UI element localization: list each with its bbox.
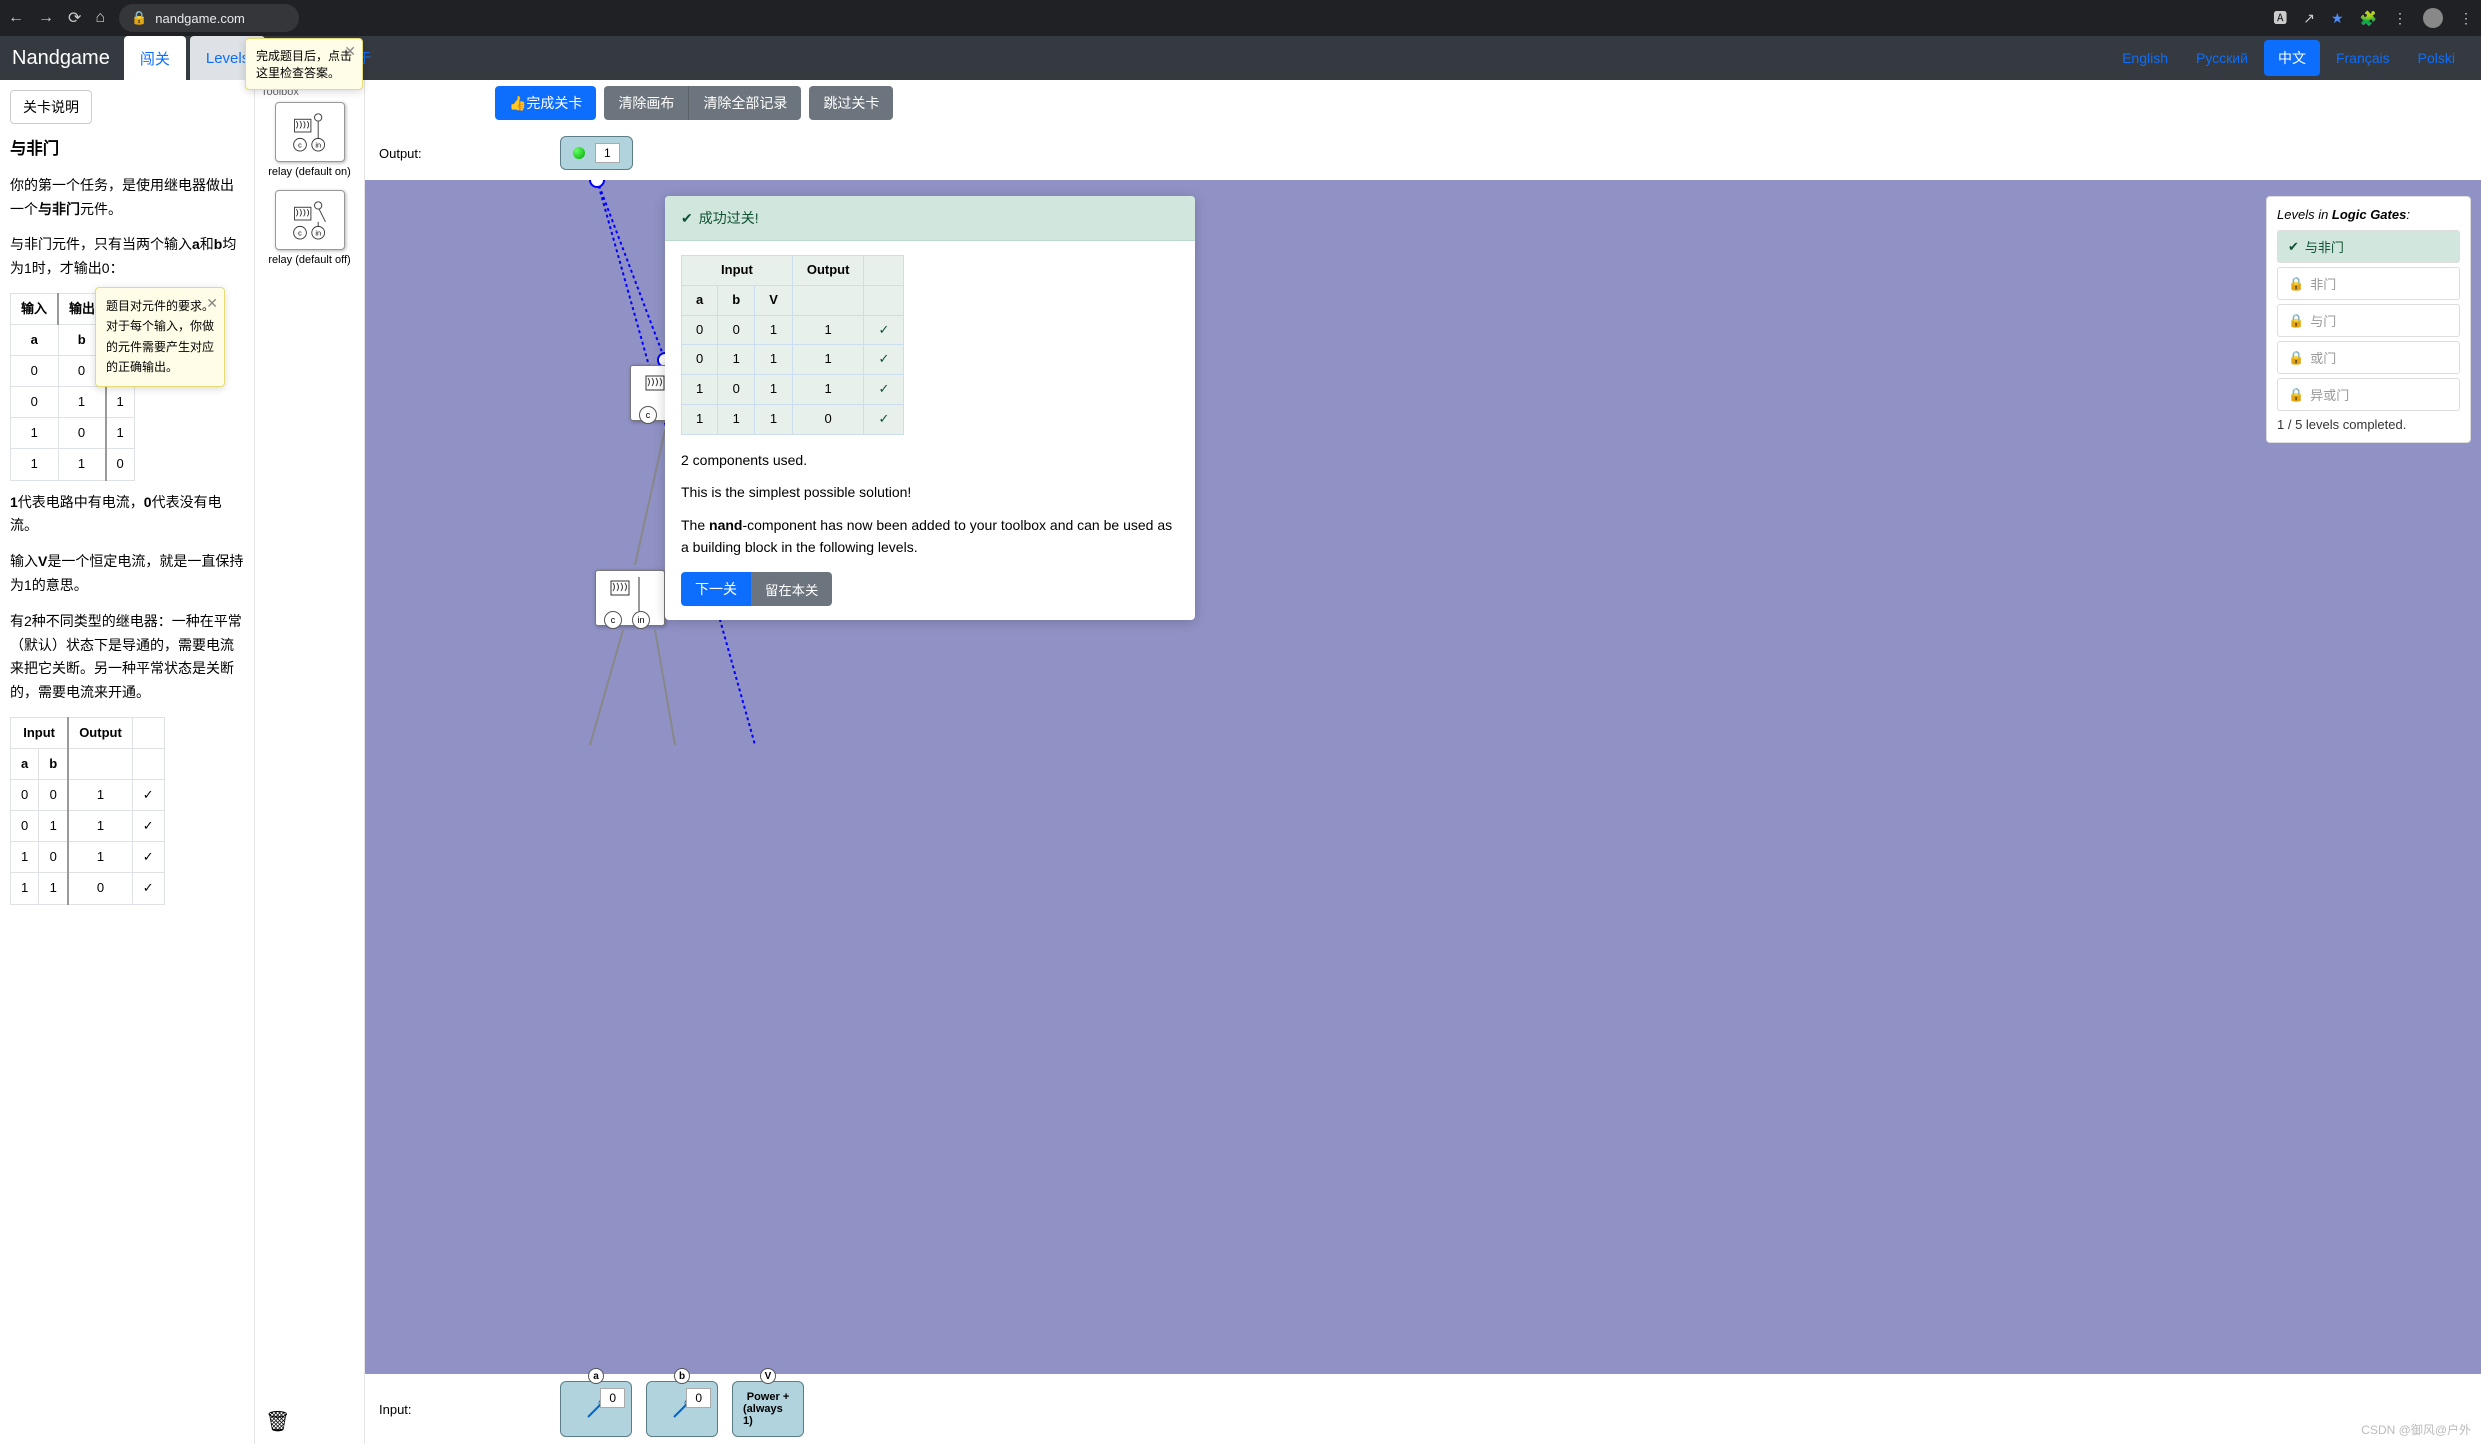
tab-gate[interactable]: 闯关 bbox=[124, 36, 186, 80]
url-text: nandgame.com bbox=[155, 11, 245, 26]
port-c[interactable]: c bbox=[639, 406, 657, 424]
avatar[interactable] bbox=[2423, 8, 2443, 28]
instruction-para-3b: 输入V是一个恒定电流，就是一直保持为1的意思。 bbox=[10, 550, 244, 598]
output-label: Output: bbox=[365, 146, 422, 161]
close-icon[interactable]: ✕ bbox=[206, 292, 218, 316]
help-button[interactable]: 关卡说明 bbox=[10, 90, 92, 124]
success-panel: ✔成功过关! InputOutput abV 0011✓ 0111✓ 1011✓… bbox=[665, 196, 1195, 620]
back-icon[interactable]: ← bbox=[8, 9, 24, 27]
output-value: 1 bbox=[595, 143, 620, 163]
success-line-1: 2 components used. bbox=[681, 449, 1179, 471]
port-in[interactable]: in bbox=[632, 611, 650, 629]
instructions-panel: 关卡说明 与非门 你的第一个任务，是使用继电器做出一个与非门元件。 与非门元件，… bbox=[0, 80, 255, 1444]
success-header: ✔成功过关! bbox=[665, 196, 1195, 241]
lock-icon: 🔒 bbox=[131, 10, 147, 26]
main-nav: Nandgame 闯关 Levels 捐助 关于 English Русский… bbox=[0, 36, 2481, 80]
clear-canvas-button[interactable]: 清除画布 bbox=[604, 86, 688, 120]
translate-icon[interactable]: 🅰 bbox=[2273, 8, 2287, 28]
input-v: V Power + (always 1) bbox=[732, 1381, 804, 1437]
instruction-para-4: 有2种不同类型的继电器：一种在平常（默认）状态下是导通的，需要电流来把它关断。另… bbox=[10, 610, 244, 705]
forward-icon[interactable]: → bbox=[38, 9, 54, 27]
overflow-icon[interactable]: ⋮ bbox=[2459, 10, 2473, 27]
lock-icon: 🔒 bbox=[2288, 350, 2304, 366]
svg-text:in: in bbox=[315, 140, 321, 149]
output-box: 1 bbox=[560, 136, 633, 170]
levels-title: Levels in Logic Gates: bbox=[2277, 207, 2460, 222]
trash-icon[interactable]: 🗑 bbox=[265, 1409, 290, 1434]
instruction-para-1: 你的第一个任务，是使用继电器做出一个与非门元件。 bbox=[10, 174, 244, 222]
next-level-button[interactable]: 下一关 bbox=[681, 572, 751, 606]
lock-icon: 🔒 bbox=[2288, 387, 2304, 403]
level-item-not[interactable]: 🔒非门 bbox=[2277, 267, 2460, 300]
reload-icon[interactable]: ⟳ bbox=[68, 8, 81, 28]
check-icon: ✔ bbox=[681, 210, 693, 226]
tooltip-requirements: ✕ 题目对元件的要求。对于每个输入，你做的元件需要产生对应的正确输出。 bbox=[95, 287, 225, 387]
url-bar[interactable]: 🔒 nandgame.com bbox=[119, 4, 299, 32]
tooltip-check: ✕ 完成题目后，点击这里检查答案。 bbox=[245, 38, 363, 90]
result-table: InputOutput abV 0011✓ 0111✓ 1011✓ 1110✓ bbox=[681, 255, 904, 435]
levels-panel: Levels in Logic Gates: ✔与非门 🔒非门 🔒与门 🔒或门 … bbox=[2266, 196, 2471, 443]
skip-button[interactable]: 跳过关卡 bbox=[809, 86, 893, 120]
extensions-icon[interactable]: 🧩 bbox=[2360, 10, 2377, 27]
success-line-3: The nand-component has now been added to… bbox=[681, 514, 1179, 559]
output-led-icon bbox=[573, 147, 585, 159]
lang-zh[interactable]: 中文 bbox=[2264, 40, 2320, 76]
lock-icon: 🔒 bbox=[2288, 276, 2304, 292]
lock-icon: 🔒 bbox=[2288, 313, 2304, 329]
level-title: 与非门 bbox=[10, 136, 244, 164]
share-icon[interactable]: ↗ bbox=[2303, 10, 2315, 27]
watermark: CSDN @御风@户外 bbox=[2361, 1421, 2471, 1438]
tool-relay-off[interactable]: c in relay (default off) bbox=[261, 190, 358, 266]
port-c[interactable]: c bbox=[604, 611, 622, 629]
input-b[interactable]: b 0 bbox=[646, 1381, 718, 1437]
level-item-nand[interactable]: ✔与非门 bbox=[2277, 230, 2460, 263]
instruction-para-2: 与非门元件，只有当两个输入a和b均为1时，才输出0： bbox=[10, 233, 244, 281]
svg-text:c: c bbox=[298, 228, 302, 237]
lang-fr[interactable]: Français bbox=[2322, 36, 2404, 80]
placed-relay-2[interactable]: c in ▾ bbox=[595, 570, 665, 626]
svg-text:c: c bbox=[298, 140, 302, 149]
check-button[interactable]: 👍完成关卡 bbox=[495, 86, 596, 120]
brand[interactable]: Nandgame bbox=[12, 36, 124, 80]
workspace[interactable]: c in ▾ c in ▾ ✔成功过关! bbox=[365, 180, 2481, 1374]
levels-progress: 1 / 5 levels completed. bbox=[2277, 417, 2460, 432]
clear-all-button[interactable]: 清除全部记录 bbox=[688, 86, 801, 120]
check-icon: ✔ bbox=[2288, 239, 2299, 255]
menu-icon[interactable]: ⋮ bbox=[2393, 10, 2407, 27]
tool-relay-on[interactable]: c in relay (default on) bbox=[261, 102, 358, 178]
close-icon[interactable]: ✕ bbox=[344, 43, 356, 60]
input-label: Input: bbox=[365, 1402, 412, 1417]
success-line-2: This is the simplest possible solution! bbox=[681, 481, 1179, 503]
level-item-or[interactable]: 🔒或门 bbox=[2277, 341, 2460, 374]
lang-pl[interactable]: Polski bbox=[2404, 36, 2469, 80]
input-a[interactable]: a 0 bbox=[560, 1381, 632, 1437]
level-item-and[interactable]: 🔒与门 bbox=[2277, 304, 2460, 337]
canvas-area: 👍完成关卡 清除画布 清除全部记录 跳过关卡 Output: 1 bbox=[365, 80, 2481, 1444]
star-icon[interactable]: ★ bbox=[2331, 10, 2344, 27]
truth-table-2: InputOutput ab 001✓ 011✓ 101✓ 110✓ bbox=[10, 717, 165, 905]
instruction-para-3a: 1代表电路中有电流，0代表没有电流。 bbox=[10, 491, 244, 539]
lang-ru[interactable]: Русский bbox=[2182, 36, 2262, 80]
home-icon[interactable]: ⌂ bbox=[95, 9, 105, 27]
toolbox: ✕ 完成题目后，点击这里检查答案。 Toolbox c in relay (de… bbox=[255, 80, 365, 1444]
level-item-xor[interactable]: 🔒异或门 bbox=[2277, 378, 2460, 411]
svg-text:in: in bbox=[315, 228, 321, 237]
lang-en[interactable]: English bbox=[2108, 36, 2182, 80]
stay-button[interactable]: 留在本关 bbox=[751, 572, 832, 606]
browser-chrome: ← → ⟳ ⌂ 🔒 nandgame.com 🅰 ↗ ★ 🧩 ⋮ ⋮ bbox=[0, 0, 2481, 36]
